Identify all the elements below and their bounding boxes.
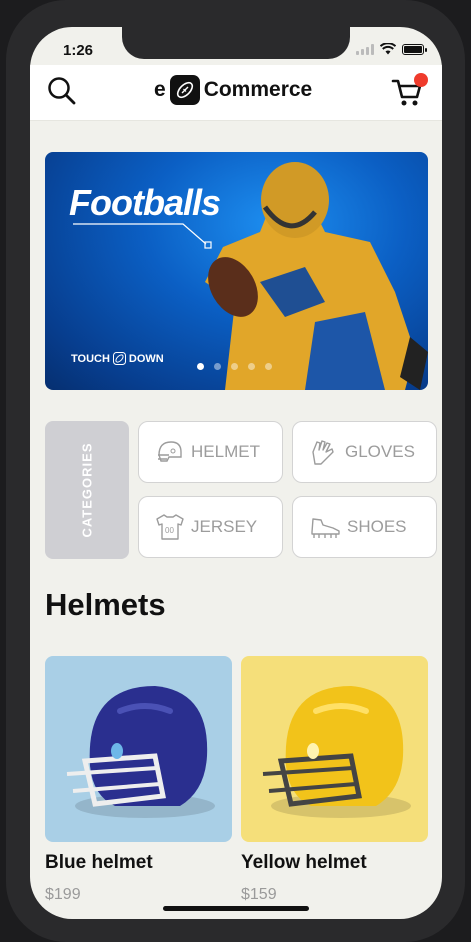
promo-banner[interactable]: Footballs TOUCH DOWN [45, 152, 428, 390]
notch [122, 27, 350, 59]
category-label: HELMET [191, 442, 260, 461]
carousel-dot[interactable] [231, 363, 238, 370]
gloves-icon [312, 440, 334, 465]
banner-tag-left: TOUCH [71, 352, 110, 365]
battery-icon [402, 43, 427, 55]
wifi-icon [380, 43, 396, 55]
category-label: JERSEY [191, 517, 258, 536]
category-gloves-button[interactable]: GLOVES [292, 421, 437, 483]
carousel-dots[interactable] [197, 363, 272, 370]
brand-name: Commerce [203, 78, 313, 101]
football-logo-icon [169, 75, 200, 105]
category-jersey-button[interactable]: 00 JERSEY [138, 496, 283, 558]
product-card[interactable]: Blue helmet $199 [45, 656, 232, 904]
blue-helmet-image [66, 686, 215, 818]
jersey-icon: 00 [156, 514, 184, 540]
svg-text:00: 00 [165, 526, 174, 535]
categories-label: CATEGORIES [45, 421, 129, 559]
brand-prefix: e [154, 78, 166, 101]
app-screen: 1:26 e Commerce Footballs TOUCH DOWN CAT… [30, 27, 442, 919]
yellow-helmet-image [262, 686, 411, 818]
search-button[interactable] [46, 75, 78, 107]
product-image[interactable] [241, 656, 428, 842]
top-bar: e Commerce [30, 65, 442, 121]
cart-button[interactable] [390, 73, 428, 109]
carousel-dot[interactable] [265, 363, 272, 370]
category-label: SHOES [347, 517, 407, 536]
product-name: Yellow helmet [241, 852, 367, 873]
carousel-dot[interactable] [248, 363, 255, 370]
product-price: $199 [45, 886, 81, 903]
cart-badge [414, 73, 428, 87]
product-image[interactable] [45, 656, 232, 842]
category-label: GLOVES [345, 442, 415, 461]
section-title: Helmets [45, 587, 166, 622]
signal-icon [356, 43, 374, 55]
carousel-dot[interactable] [197, 363, 204, 370]
banner-tag-right: DOWN [128, 352, 164, 365]
product-card[interactable]: Yellow helmet $159 [241, 656, 428, 904]
status-time: 1:26 [63, 42, 94, 59]
banner-title: Footballs [69, 182, 221, 223]
shoes-icon [311, 518, 340, 538]
banner-decoration [73, 223, 212, 249]
category-shoes-button[interactable]: SHOES [292, 496, 437, 558]
helmet-icon [158, 441, 182, 462]
home-indicator[interactable] [163, 906, 309, 911]
product-name: Blue helmet [45, 852, 153, 873]
product-price: $159 [241, 886, 277, 903]
category-helmet-button[interactable]: HELMET [138, 421, 283, 483]
status-icons [356, 43, 427, 55]
carousel-dot[interactable] [214, 363, 221, 370]
brand-logo[interactable]: e Commerce [154, 75, 312, 105]
football-icon [112, 352, 126, 365]
search-icon [48, 77, 76, 105]
banner-brand-tag: TOUCH DOWN [71, 352, 164, 365]
